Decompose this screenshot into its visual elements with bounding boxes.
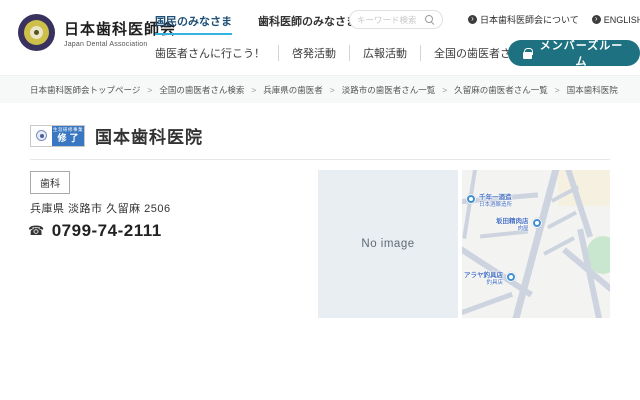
poi-type: 釣具店 — [486, 280, 503, 287]
badge-emblem-icon — [31, 125, 52, 146]
secondary-nav: 歯医者さんに行こう！ 啓発活動 広報活動 全国の歯医者さん検索 — [152, 45, 557, 61]
breadcrumb: 日本歯科医師会トップページ > 全国の歯医者さん検索 > 兵庫県の歯医者 > 淡… — [0, 75, 640, 103]
phone-number: 0799-74-2111 — [51, 221, 162, 240]
search-input[interactable] — [357, 14, 421, 25]
english-link-label: ENGLISH — [603, 14, 640, 25]
page: 日本歯科医師会 Japan Dental Association 国民のみなさま… — [0, 0, 640, 400]
phone-icon: ☎ — [28, 223, 45, 238]
title-divider — [30, 159, 610, 160]
map-marker-icon[interactable] — [466, 194, 476, 204]
nav-kokumin[interactable]: 国民のみなさま — [155, 13, 232, 35]
members-room-button[interactable]: メンバーズルーム — [508, 40, 640, 68]
map-marker-icon[interactable] — [506, 272, 516, 282]
breadcrumb-current: 国本歯科医院 — [566, 84, 618, 95]
poi-type: 日本酒醸造所 — [479, 202, 513, 209]
map[interactable]: 千年一酒造 日本酒醸造所 坂田精肉店 肉屋 アラヤ釣具店 釣具店 — [462, 170, 610, 318]
breadcrumb-separator: > — [329, 84, 335, 95]
poi-name: 坂田精肉店 — [496, 218, 529, 225]
breadcrumb-link[interactable]: 全国の歯医者さん検索 — [159, 84, 244, 96]
search-icon[interactable] — [425, 14, 435, 25]
map-poi-sake-brewery: 千年一酒造 日本酒醸造所 — [466, 194, 512, 209]
arrow-circle-icon: › — [468, 15, 477, 24]
clinic-title-row: 生涯研修事業 修了 国本歯科医院 — [30, 123, 203, 148]
badge-bottom-text: 修了 — [57, 133, 82, 144]
map-marker-icon[interactable] — [531, 218, 542, 228]
map-block — [558, 170, 610, 206]
breadcrumb-link[interactable]: 久留麻の歯医者さん一覧 — [454, 84, 548, 96]
nav-kouhou[interactable]: 広報活動 — [349, 45, 420, 61]
lock-icon — [523, 47, 533, 59]
breadcrumb-separator: > — [147, 84, 153, 95]
clinic-phone: ☎ 0799-74-2111 — [28, 221, 162, 241]
clinic-address: 兵庫県 淡路市 久留麻 2506 — [30, 203, 171, 215]
poi-name: アラヤ釣具店 — [464, 272, 503, 279]
breadcrumb-separator: > — [554, 84, 560, 95]
nav-keihatsu[interactable]: 啓発活動 — [278, 45, 349, 61]
main-content: 生涯研修事業 修了 国本歯科医院 歯科 兵庫県 淡路市 久留麻 2506 ☎ 0… — [0, 103, 640, 400]
lifelong-training-badge: 生涯研修事業 修了 — [30, 124, 85, 147]
nav-go-to-dentist[interactable]: 歯医者さんに行こう！ — [152, 45, 278, 61]
breadcrumb-link[interactable]: 淡路市の歯医者さん一覧 — [342, 84, 436, 96]
breadcrumb-separator: > — [442, 84, 448, 95]
nav-shikaishi[interactable]: 歯科医師のみなさま — [258, 13, 357, 35]
map-road — [462, 240, 533, 298]
page-title: 国本歯科医院 — [95, 128, 203, 147]
breadcrumb-link[interactable]: 兵庫県の歯医者 — [263, 84, 323, 96]
members-room-label: メンバーズルーム — [539, 40, 624, 68]
category-tag: 歯科 — [30, 171, 70, 194]
keyword-search — [349, 10, 443, 29]
jda-emblem-icon — [18, 14, 55, 51]
about-link-label: 日本歯科医師会について — [480, 15, 579, 25]
map-road — [462, 291, 514, 318]
english-link[interactable]: › ENGLISH — [591, 14, 640, 25]
map-road — [546, 210, 578, 230]
map-poi-butcher: 坂田精肉店 肉屋 — [496, 218, 542, 233]
breadcrumb-link[interactable]: 日本歯科医師会トップページ — [30, 84, 140, 96]
poi-name: 千年一酒造 — [479, 194, 512, 201]
map-poi-fishing-shop: アラヤ釣具店 釣具店 — [464, 272, 516, 287]
poi-type: 肉屋 — [517, 226, 529, 233]
arrow-circle-icon: › — [591, 15, 601, 24]
breadcrumb-separator: > — [251, 84, 257, 95]
about-link[interactable]: › 日本歯科医師会について — [468, 13, 579, 26]
badge-top-text: 生涯研修事業 — [53, 126, 83, 132]
clinic-photo-placeholder: No image — [318, 170, 458, 318]
primary-nav: 国民のみなさま 歯科医師のみなさま — [155, 13, 357, 35]
utility-links: › 日本歯科医師会について › ENGLISH — [468, 13, 640, 26]
site-header: 日本歯科医師会 Japan Dental Association 国民のみなさま… — [0, 0, 640, 75]
